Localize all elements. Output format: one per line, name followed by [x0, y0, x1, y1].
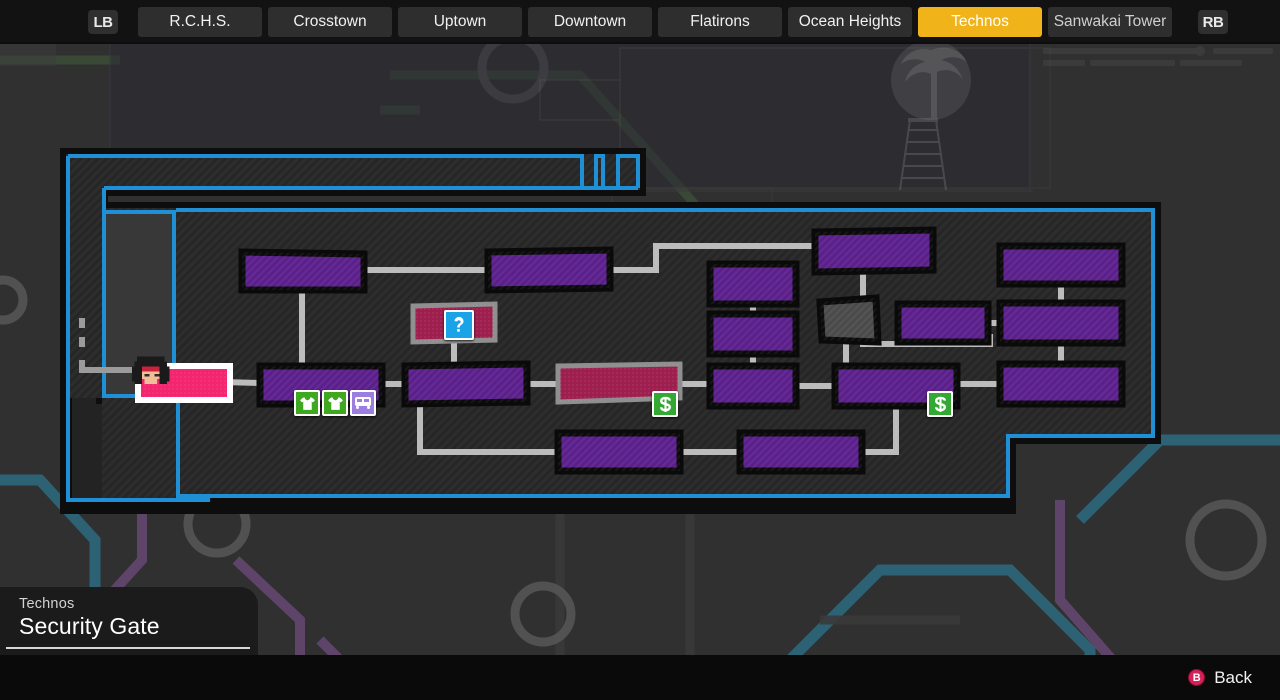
- player-avatar: [132, 354, 172, 394]
- tab-rchs[interactable]: R.C.H.S.: [138, 7, 262, 37]
- tab-flatirons[interactable]: Flatirons: [658, 7, 782, 37]
- question-icon[interactable]: [444, 310, 474, 340]
- info-district-name: Technos: [19, 596, 75, 612]
- back-button[interactable]: B Back: [1188, 668, 1252, 688]
- room-unvisited: [816, 294, 882, 346]
- tab-ocean-heights[interactable]: Ocean Heights: [788, 7, 912, 37]
- game-map-screen: LB R.C.H.S. Crosstown Uptown Downtown Fl…: [0, 0, 1280, 700]
- b-button-icon[interactable]: B: [1188, 669, 1206, 686]
- back-label: Back: [1214, 667, 1252, 687]
- district-tab-bar[interactable]: LB R.C.H.S. Crosstown Uptown Downtown Fl…: [0, 0, 1280, 44]
- tab-uptown[interactable]: Uptown: [398, 7, 522, 37]
- tab-crosstown[interactable]: Crosstown: [268, 7, 392, 37]
- left-bumper-icon[interactable]: LB: [88, 10, 118, 34]
- right-bumper-icon[interactable]: RB: [1198, 10, 1228, 34]
- bus-icon[interactable]: [350, 390, 376, 416]
- info-room-name: Security Gate: [19, 613, 160, 639]
- shirt-icon[interactable]: [322, 390, 348, 416]
- dollar-icon[interactable]: [927, 391, 953, 417]
- tab-technos[interactable]: Technos: [918, 7, 1042, 37]
- tab-downtown[interactable]: Downtown: [528, 7, 652, 37]
- tab-sanwakai-tower[interactable]: Sanwakai Tower: [1048, 7, 1172, 37]
- info-underline: [6, 647, 250, 649]
- room-info-panel: Technos Security Gate: [0, 587, 258, 655]
- technos-district-map[interactable]: [60, 148, 1165, 516]
- dollar-icon[interactable]: [652, 391, 678, 417]
- bottom-action-bar: B Back: [0, 655, 1280, 700]
- shirt-icon[interactable]: [294, 390, 320, 416]
